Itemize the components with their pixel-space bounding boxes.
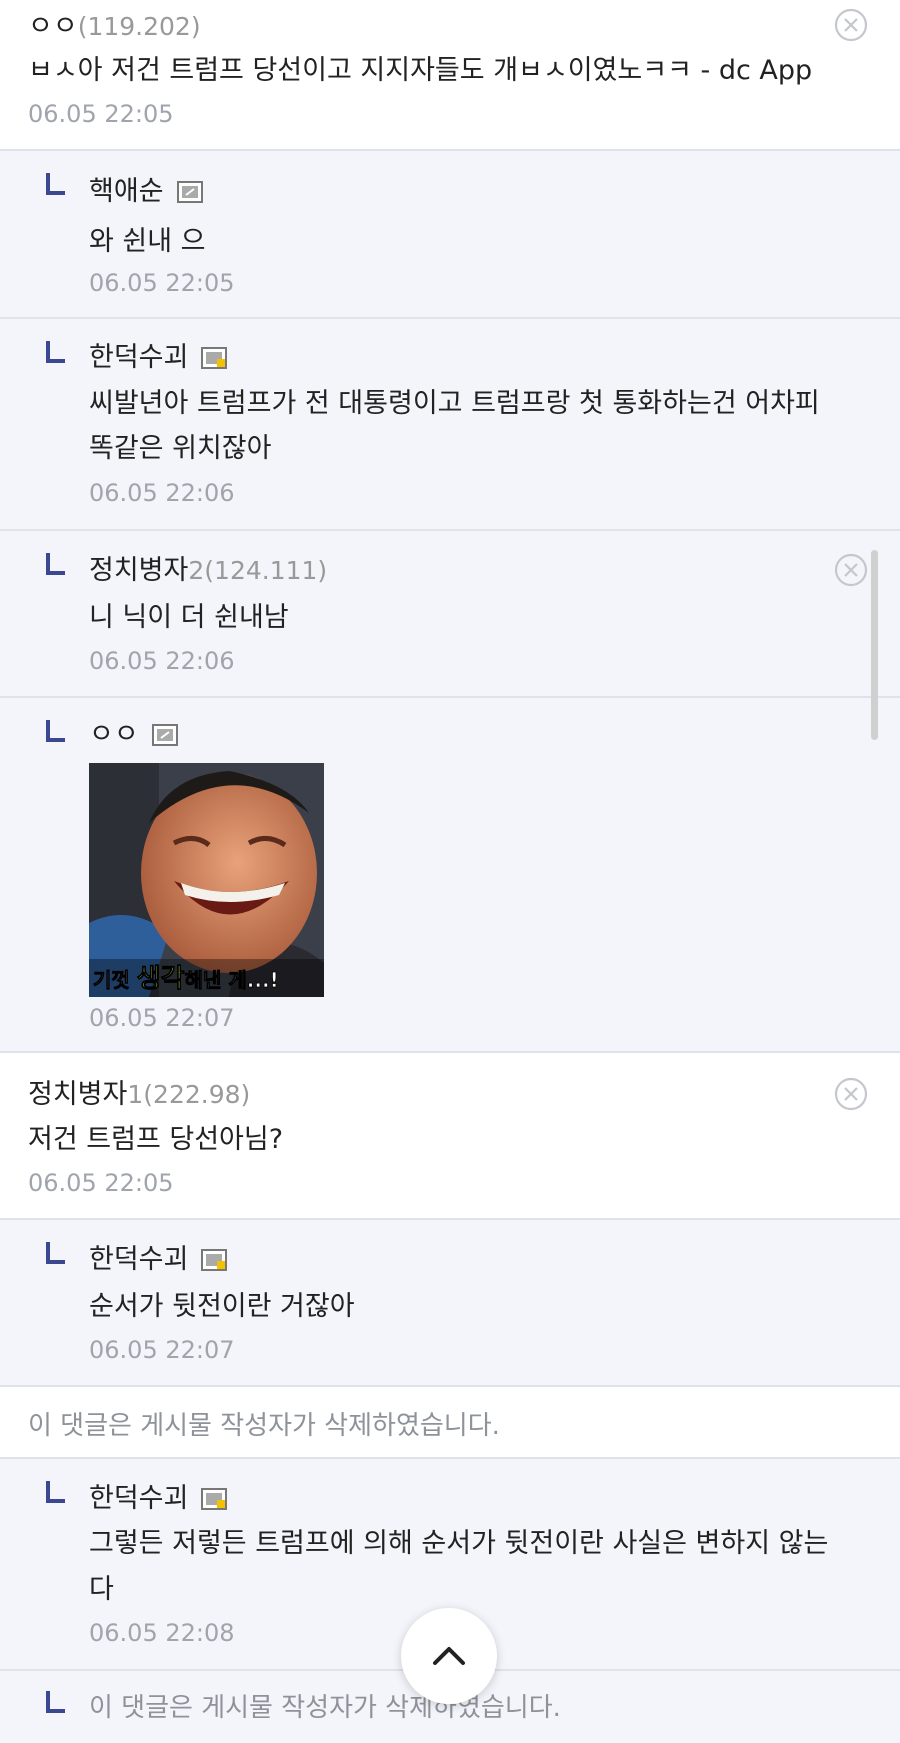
- reply-arrow-icon: [46, 1481, 66, 1503]
- gallery-member-icon: [176, 180, 203, 203]
- comment-author[interactable]: 정치병자: [89, 555, 188, 586]
- comment-text: 똑같은 위치잖아: [89, 433, 272, 464]
- comment-text: 니 닉이 더 쉰내남: [89, 602, 289, 633]
- reply-item: 한덕수괴 씨발년아 트럼프가 전 대통령이고 트럼프랑 첫 통화하는건 어차피 …: [0, 319, 900, 531]
- comment-time: 06.05 22:06: [89, 479, 235, 507]
- comment-time: 06.05 22:07: [89, 1004, 235, 1032]
- reply-item: 한덕수괴 순서가 뒷전이란 거잖아 06.05 22:07: [0, 1220, 900, 1387]
- dccon-image[interactable]: 기껏 생각해낸 게...!: [89, 763, 324, 997]
- comment-text: 저건 트럼프 당선아님?: [28, 1124, 284, 1155]
- comment-ip: (119.202): [77, 12, 201, 41]
- close-circle-icon[interactable]: [834, 553, 868, 587]
- image-caption-highlight: 생각: [137, 964, 185, 994]
- comment-item: 정치병자1(222.98) 저건 트럼프 당선아님? 06.05 22:05: [0, 1053, 900, 1220]
- comment-time: 06.05 22:07: [89, 1336, 235, 1364]
- reply-item: ㅇㅇ 기껏 생각해낸 게...! 06.05 22:07: [0, 698, 900, 1053]
- close-circle-icon[interactable]: [834, 8, 868, 42]
- deleted-notice: 이 댓글은 게시물 작성자가 삭제하였습니다.: [28, 1411, 500, 1441]
- image-caption: 기껏: [93, 968, 137, 992]
- gallery-member-icon: [201, 1248, 228, 1271]
- reply-arrow-icon: [46, 173, 66, 195]
- comment-time: 06.05 22:05: [28, 100, 174, 128]
- gallery-member-icon: [201, 1487, 228, 1510]
- comment-author[interactable]: 한덕수괴: [89, 1244, 188, 1275]
- reply-item: 핵애순 와 쉰내 으 06.05 22:05: [0, 151, 900, 319]
- comment-text: ㅂㅅ아 저건 트럼프 당선이고 지지자들도 개ㅂㅅ이였노ㅋㅋ - dc App: [28, 55, 813, 86]
- comment-author[interactable]: 정치병자: [28, 1079, 127, 1110]
- comment-text: 그렇든 저렇든 트럼프에 의해 순서가 뒷전이란 사실은 변하지 않는: [89, 1528, 829, 1559]
- reply-arrow-icon: [46, 341, 66, 363]
- gallery-member-icon: [151, 723, 178, 746]
- comment-item: ㅇㅇ(119.202) ㅂㅅ아 저건 트럼프 당선이고 지지자들도 개ㅂㅅ이였노…: [0, 0, 900, 151]
- reply-arrow-icon: [46, 553, 66, 575]
- comment-text: 와 쉰내 으: [89, 226, 206, 257]
- close-circle-icon[interactable]: [834, 1077, 868, 1111]
- comment-time: 06.05 22:05: [28, 1169, 174, 1197]
- comment-time: 06.05 22:05: [89, 269, 235, 297]
- comment-author[interactable]: 한덕수괴: [89, 342, 188, 373]
- deleted-comment: 이 댓글은 게시물 작성자가 삭제하였습니다.: [0, 1387, 900, 1459]
- chevron-up-icon: [433, 1647, 465, 1665]
- reply-arrow-icon: [46, 1691, 66, 1713]
- comment-text: 다: [89, 1574, 114, 1605]
- comment-author[interactable]: ㅇㅇ: [28, 11, 78, 42]
- comment-ip: (222.98): [143, 1080, 251, 1109]
- image-caption: 해낸 게...!: [185, 968, 279, 992]
- reply-arrow-icon: [46, 1242, 66, 1264]
- reply-arrow-icon: [46, 720, 66, 742]
- comment-author[interactable]: ㅇㅇ: [89, 719, 139, 750]
- comment-name-suffix: 1: [127, 1080, 144, 1109]
- gallery-member-icon: [201, 346, 228, 369]
- comment-author[interactable]: 핵애순: [89, 176, 164, 207]
- comment-text: 씨발년아 트럼프가 전 대통령이고 트럼프랑 첫 통화하는건 어차피: [89, 388, 820, 419]
- comment-ip: (124.111): [204, 556, 328, 585]
- comment-name-suffix: 2: [188, 556, 205, 585]
- deleted-notice: 이 댓글은 게시물 작성자가 삭제하였습니다.: [89, 1693, 561, 1723]
- scroll-top-button[interactable]: [401, 1608, 497, 1704]
- comment-text: 순서가 뒷전이란 거잖아: [89, 1291, 355, 1322]
- comment-time: 06.05 22:08: [89, 1619, 235, 1647]
- reply-item: 정치병자2(124.111) 니 닉이 더 쉰내남 06.05 22:06: [0, 531, 900, 698]
- comment-author[interactable]: 한덕수괴: [89, 1483, 188, 1514]
- svg-text:기껏 생각해낸 게...!: 기껏 생각해낸 게...!: [93, 964, 279, 994]
- comment-time: 06.05 22:06: [89, 647, 235, 675]
- scrollbar[interactable]: [871, 550, 878, 740]
